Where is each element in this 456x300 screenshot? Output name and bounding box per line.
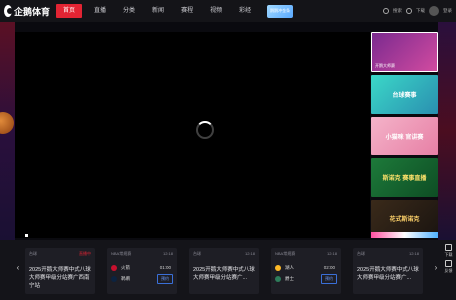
nav-schedule[interactable]: 赛程 [176, 0, 198, 22]
progress-handle[interactable] [25, 234, 28, 237]
match-time: 02:00 [323, 265, 335, 270]
team-row: 鹈鹕 预约 [111, 273, 173, 284]
schedule-card-1[interactable]: 台球 直播中 2025开鹅大师赛中式八球大师赛甲级分站赛广西南宁站 [25, 248, 95, 294]
player-topbar [15, 22, 370, 32]
schedule-card-5[interactable]: 台球 12:18 2025开鹅大师赛中式八球大师赛甲级分站赛广... [353, 248, 423, 294]
schedule-card-3[interactable]: 台球 12:18 2025开鹅大师赛中式八球大师赛甲级分站赛广... [189, 248, 259, 294]
thumbnail-label: 台球赛事 [392, 93, 417, 100]
download-icon[interactable] [406, 8, 412, 14]
main-nav: 首页 直播 分类 新闻 赛程 视频 彩经 鹅鹅冲金条 [56, 0, 294, 22]
team-name: 爵士 [285, 275, 294, 281]
right-banner [438, 22, 456, 240]
loading-spinner-icon [196, 121, 214, 139]
top-nav: 企鹅体育 首页 直播 分类 新闻 赛程 视频 彩经 鹅鹅冲金条 搜索 下载 登录 [0, 0, 456, 22]
jazz-logo-icon [275, 275, 281, 282]
team-row: 火箭 01:00 [111, 262, 173, 273]
chevron-right-icon[interactable]: › [432, 262, 440, 274]
team-name: 鹈鹕 [121, 275, 130, 281]
card-league: 台球 [29, 251, 37, 256]
download-tool[interactable]: 下载 [445, 244, 453, 258]
team-row: 湖人 02:00 [275, 262, 337, 273]
card-league: NBA常规赛 [111, 251, 132, 256]
tool-label: 下载 [444, 252, 453, 257]
feedback-tool[interactable]: 反馈 [445, 260, 453, 274]
reserve-button[interactable]: 预约 [321, 273, 337, 284]
progress-bar[interactable] [15, 233, 370, 238]
nav-news[interactable]: 新闻 [147, 0, 169, 22]
nav-home[interactable]: 首页 [56, 4, 83, 18]
lakers-logo-icon [275, 264, 281, 271]
nav-category[interactable]: 分类 [118, 0, 140, 22]
feedback-icon [445, 260, 452, 267]
nav-lottery[interactable]: 彩经 [234, 0, 256, 22]
schedule-card-4[interactable]: NBA常规赛 12:18 湖人 02:00 爵士 预约 [271, 248, 341, 294]
penguin-logo-icon [4, 5, 13, 17]
search-label[interactable]: 搜索 [393, 8, 402, 14]
phone-icon [445, 244, 452, 251]
avatar[interactable] [429, 6, 439, 16]
nav-video[interactable]: 视频 [205, 0, 227, 22]
card-time: 12:18 [326, 251, 337, 256]
card-title: 2025开鹅大师赛中式八球大师赛甲级分站赛广... [357, 267, 419, 281]
left-banner [0, 22, 15, 240]
thumbnail-label: 花式斯诺克 [389, 217, 420, 224]
thumbnail-label: 小猫咪 官讲赛 [385, 134, 424, 141]
side-tools: 下载 反馈 [441, 244, 456, 300]
thumbnail-1[interactable]: 开鹅大师赛 [371, 32, 438, 73]
card-title: 2025开鹅大师赛中式八球大师赛甲级分站赛广... [193, 267, 255, 281]
thumbnail-3[interactable]: 小猫咪 官讲赛 [371, 116, 438, 156]
basketball-icon [0, 112, 14, 134]
nav-live[interactable]: 直播 [89, 0, 111, 22]
brand-name: 企鹅体育 [13, 6, 50, 17]
thumbnail-label: 斯诺克 赛事直播 [382, 175, 427, 182]
thumbnail-4[interactable]: 斯诺克 赛事直播 [371, 158, 438, 197]
promo-badge[interactable]: 鹅鹅冲金条 [267, 4, 294, 18]
search-icon[interactable] [383, 8, 389, 14]
team-name: 湖人 [285, 264, 294, 270]
schedule-card-2[interactable]: NBA常规赛 12:18 火箭 01:00 鹈鹕 预约 [107, 248, 177, 294]
card-time: 12:18 [244, 251, 255, 256]
card-time: 12:18 [408, 251, 419, 256]
card-league: 台球 [357, 251, 365, 256]
download-label[interactable]: 下载 [416, 8, 425, 14]
pelicans-logo-icon [111, 275, 117, 282]
thumbnail-2[interactable]: 台球赛事 [371, 75, 438, 114]
rockets-logo-icon [111, 264, 117, 271]
tool-label: 反馈 [444, 268, 453, 273]
card-title: 2025开鹅大师赛中式八球大师赛甲级分站赛广西南宁站 [29, 267, 91, 289]
team-row: 爵士 预约 [275, 273, 337, 284]
header-actions: 搜索 下载 登录 [383, 0, 452, 22]
live-badge: 直播中 [79, 251, 91, 256]
decorative-band [371, 232, 438, 238]
thumbnail-label: 开鹅大师赛 [375, 63, 395, 69]
reserve-button[interactable]: 预约 [157, 273, 173, 284]
login-label[interactable]: 登录 [443, 8, 452, 14]
channel-thumbnails: 开鹅大师赛 台球赛事 小猫咪 官讲赛 斯诺克 赛事直播 花式斯诺克 [371, 32, 438, 239]
card-league: NBA常规赛 [275, 251, 296, 256]
brand-logo[interactable]: 企鹅体育 [4, 5, 50, 18]
video-player[interactable] [15, 32, 370, 238]
match-time: 01:00 [159, 265, 171, 270]
card-time: 12:18 [162, 251, 173, 256]
team-name: 火箭 [121, 264, 130, 270]
card-league: 台球 [193, 251, 201, 256]
chevron-left-icon[interactable]: ‹ [14, 262, 22, 274]
